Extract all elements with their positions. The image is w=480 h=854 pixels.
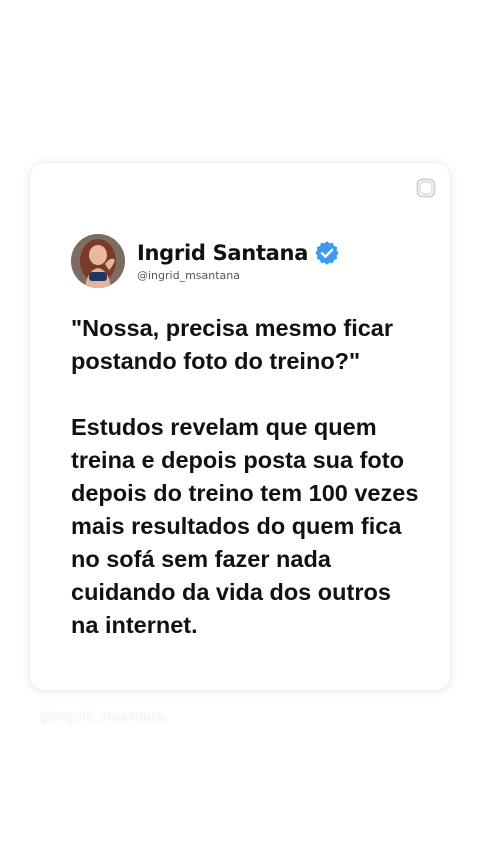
handle[interactable]: @ingrid_msantana [137,269,340,282]
post-body: Estudos revelam que quem treina e depois… [71,414,419,638]
verified-badge-icon [315,241,339,265]
post-text: "Nossa, precisa mesmo ficar postando fot… [71,312,421,642]
instagram-icon[interactable] [414,176,438,200]
post-card: Ingrid Santana @ingrid_msantana "Nossa, … [30,163,450,690]
identity: Ingrid Santana @ingrid_msantana [137,240,340,282]
name-row: Ingrid Santana [137,240,340,266]
profile-header: Ingrid Santana @ingrid_msantana [71,234,340,288]
display-name[interactable]: Ingrid Santana [137,240,308,266]
avatar[interactable] [71,234,125,288]
watermark: @ingrid_msantana [40,708,166,724]
post-quote: "Nossa, precisa mesmo ficar postando fot… [71,315,394,374]
